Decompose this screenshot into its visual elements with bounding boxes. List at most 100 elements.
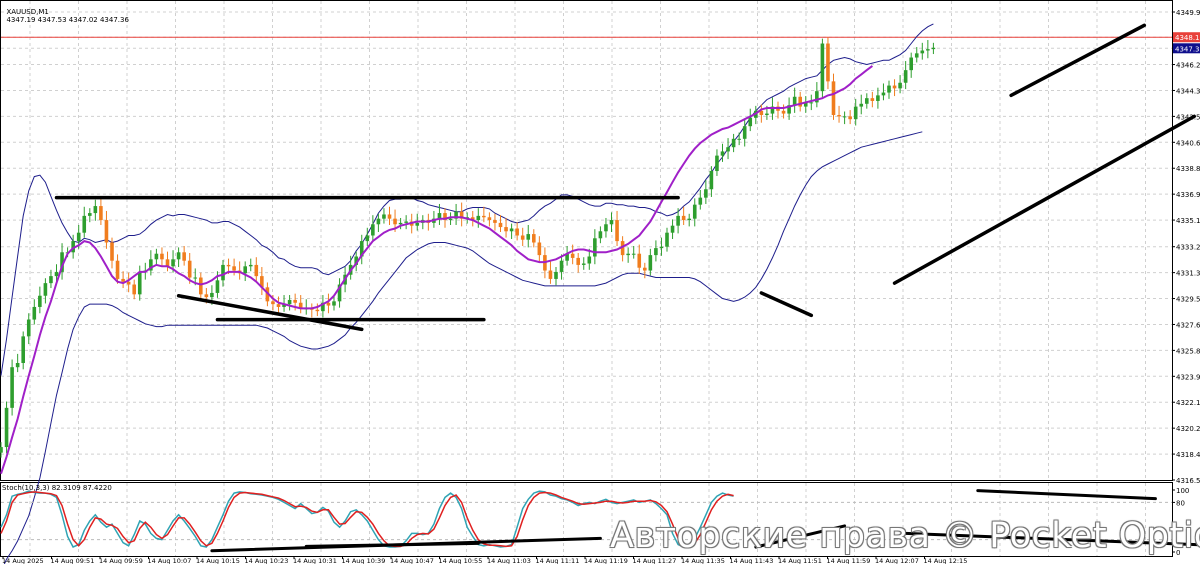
stoch-tick-label: 80	[1176, 499, 1185, 507]
candle-bear	[482, 215, 486, 218]
candle-bear	[99, 206, 103, 221]
candle-bull	[587, 256, 592, 264]
price-tick-label: 4331.35	[1176, 270, 1200, 278]
candle-bull	[93, 206, 98, 214]
level-badge-label: 4347.36	[1175, 45, 1200, 53]
price-tick-label: 4346.20	[1176, 62, 1200, 70]
time-tick-label: 14 Aug 12:15	[924, 557, 968, 564]
candle-bull	[648, 255, 653, 271]
level-badge-label: 4348.15	[1175, 34, 1200, 42]
candle-bull	[82, 215, 87, 233]
time-tick-label: 14 Aug 09:51	[51, 557, 95, 564]
candle-bear	[576, 257, 580, 265]
ohlc-values: 4347.19 4347.53 4347.02 4347.36	[6, 16, 129, 24]
candle-bull	[593, 238, 597, 257]
candle-bull	[742, 126, 747, 139]
candle-bull	[581, 263, 586, 265]
candle-bull	[243, 266, 247, 274]
candle-bull	[365, 235, 370, 242]
candle-bull	[193, 277, 198, 279]
candle-bear	[892, 85, 897, 89]
candle-bear	[681, 215, 686, 221]
symbol-label: XAUUSD,M1	[6, 8, 49, 16]
candle-bear	[498, 222, 503, 228]
candle-bear	[615, 220, 619, 242]
candle-bull	[876, 95, 880, 101]
candle-bull	[154, 253, 159, 260]
stoch-tick-label: 100	[1176, 487, 1189, 495]
price-tick-label: 4320.25	[1176, 425, 1200, 433]
candle-bear	[254, 264, 259, 277]
candle-bull	[21, 336, 25, 363]
candle-bull	[687, 218, 691, 221]
candle-bull	[476, 215, 481, 221]
candle-bull	[704, 189, 708, 198]
candle-bull	[215, 280, 220, 293]
candle-bull	[221, 264, 225, 281]
candle-bull	[404, 221, 408, 223]
candle-bull	[731, 138, 736, 148]
candle-bull	[865, 98, 869, 104]
chart-svg: 4349.954346.204344.354342.504340.654338.…	[0, 0, 1200, 568]
chart-area[interactable]: 4349.954346.204344.354342.504340.654338.…	[0, 0, 1200, 568]
candle-bear	[520, 235, 525, 240]
watermark: Авторские права © Pocket Option	[610, 516, 1200, 556]
candle-bull	[509, 228, 514, 232]
candle-bear	[487, 217, 492, 221]
price-tick-label: 4325.80	[1176, 347, 1200, 355]
candle-bull	[210, 292, 214, 298]
candle-bear	[182, 252, 186, 261]
candle-bull	[670, 225, 675, 233]
candle-bull	[692, 204, 697, 219]
candle-bull	[598, 231, 603, 239]
candle-bull	[415, 222, 420, 226]
candle-bull	[137, 271, 142, 295]
time-tick-label: 14 Aug 11:27	[633, 557, 677, 564]
candle-bull	[859, 103, 864, 107]
price-tick-label: 4338.80	[1176, 165, 1200, 173]
candle-bear	[387, 214, 392, 219]
candle-bear	[548, 270, 553, 279]
candle-bull	[715, 155, 719, 172]
candle-bull	[709, 171, 714, 190]
price-tick-label: 4318.40	[1176, 451, 1200, 459]
price-tick-label: 4327.65	[1176, 321, 1200, 329]
candle-bull	[920, 50, 925, 54]
candle-bear	[826, 43, 830, 82]
candle-bull	[853, 106, 858, 120]
price-tick-label: 4322.10	[1176, 399, 1200, 407]
candle-bull	[609, 220, 614, 225]
candle-bear	[271, 301, 275, 305]
candle-bull	[10, 367, 14, 408]
time-tick-label: 14 Aug 11:51	[778, 557, 822, 564]
candle-bull	[376, 218, 381, 225]
candle-bull	[554, 271, 558, 279]
candle-bull	[248, 264, 253, 267]
candle-bull	[881, 92, 886, 96]
candle-bear	[121, 278, 125, 282]
time-tick-label: 14 Aug 2025	[2, 557, 44, 564]
candle-bull	[54, 271, 59, 277]
candle-bear	[315, 309, 320, 312]
candle-bear	[831, 81, 836, 115]
candle-bull	[526, 234, 531, 240]
time-tick-label: 14 Aug 11:35	[681, 557, 725, 564]
candle-bull	[842, 116, 847, 118]
candle-bear	[870, 98, 875, 101]
candle-bear	[837, 114, 841, 117]
candle-bull	[332, 301, 336, 306]
candle-bull	[176, 252, 181, 260]
candle-bull	[765, 113, 769, 115]
candle-bear	[165, 259, 170, 267]
candle-bull	[382, 214, 386, 219]
candle-bull	[737, 138, 741, 140]
candle-bear	[848, 116, 852, 120]
candle-bull	[926, 49, 930, 51]
candle-bear	[637, 253, 642, 268]
candle-bear	[570, 253, 575, 258]
candle-bear	[110, 242, 114, 261]
candle-bull	[665, 232, 669, 247]
price-tick-label: 4316.55	[1176, 477, 1200, 485]
price-tick-label: 4344.35	[1176, 87, 1200, 95]
time-tick-label: 14 Aug 11:43	[730, 557, 774, 564]
